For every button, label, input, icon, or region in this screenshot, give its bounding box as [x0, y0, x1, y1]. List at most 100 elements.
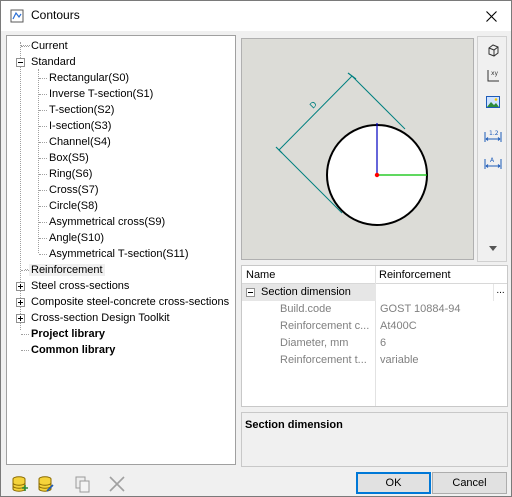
- property-row[interactable]: Build.code GOST 10884-94: [242, 301, 507, 318]
- category-row[interactable]: Section dimension ...: [242, 284, 507, 301]
- tree-item[interactable]: Cross(S7): [47, 182, 101, 198]
- tree-item[interactable]: Reinforcement: [29, 262, 105, 278]
- category-label: Section dimension: [261, 286, 351, 298]
- tree-connector: [39, 254, 47, 255]
- tree-item[interactable]: Project library: [29, 326, 107, 342]
- tree-connector: [21, 334, 29, 335]
- svg-text:xy: xy: [491, 70, 499, 77]
- view-3d-button[interactable]: [482, 39, 504, 61]
- cancel-button[interactable]: Cancel: [432, 472, 507, 494]
- tree-item-label: Ring(S6): [49, 168, 93, 180]
- expand-icon[interactable]: [16, 298, 25, 307]
- delete-icon: [109, 476, 125, 492]
- contour-preview[interactable]: D: [241, 38, 474, 260]
- property-value[interactable]: GOST 10884-94: [380, 301, 461, 318]
- origin-point: [374, 172, 380, 178]
- tree-item[interactable]: Angle(S10): [47, 230, 106, 246]
- svg-text:A: A: [490, 157, 495, 164]
- contour-tree[interactable]: Current Standard Rectangular(S0) Inverse T-…: [6, 35, 236, 465]
- image-icon: [486, 96, 500, 108]
- category-value: [376, 284, 493, 301]
- image-button[interactable]: [482, 91, 504, 113]
- expand-icon[interactable]: [16, 314, 25, 323]
- axes-button[interactable]: xy: [482, 65, 504, 87]
- tree-item[interactable]: Common library: [29, 342, 117, 358]
- tree-item[interactable]: Inverse T-section(S1): [47, 86, 155, 102]
- text-dimension-button[interactable]: A: [482, 152, 504, 174]
- scroll-down-button[interactable]: [482, 237, 504, 259]
- tree-item[interactable]: Steel cross-sections: [29, 278, 131, 294]
- value-column-header: Reinforcement: [379, 269, 451, 281]
- tree-item-label: Asymmetrical cross(S9): [49, 216, 166, 228]
- tree-connector: [39, 158, 47, 159]
- tree-item-label: Angle(S10): [49, 232, 105, 244]
- property-row[interactable]: Reinforcement c... At400C: [242, 318, 507, 335]
- tree-item-label: Project library: [31, 328, 105, 340]
- property-row[interactable]: Diameter, mm 6: [242, 335, 507, 352]
- description-title: Section dimension: [245, 419, 343, 431]
- tree-item-label: I-section(S3): [49, 120, 112, 132]
- tree-item[interactable]: Rectangular(S0): [47, 70, 131, 86]
- tree-item[interactable]: Composite steel-concrete cross-sections: [29, 294, 231, 310]
- description-panel: Section dimension: [241, 412, 508, 467]
- expand-icon[interactable]: [16, 282, 25, 291]
- tree-item[interactable]: T-section(S2): [47, 102, 116, 118]
- tree-item[interactable]: Channel(S4): [47, 134, 113, 150]
- collapse-icon[interactable]: [246, 288, 255, 297]
- property-name: Diameter, mm: [280, 337, 349, 349]
- tree-item[interactable]: Asymmetrical cross(S9): [47, 214, 167, 230]
- tree-item[interactable]: Circle(S8): [47, 198, 100, 214]
- property-value[interactable]: At400C: [380, 318, 417, 335]
- database-edit-icon: [38, 476, 54, 492]
- tree-connector: [21, 270, 29, 271]
- tree-item[interactable]: Current: [29, 38, 70, 54]
- ok-button[interactable]: OK: [356, 472, 431, 494]
- tree-connector: [39, 94, 47, 95]
- copy-button[interactable]: [71, 473, 95, 495]
- dimension-label: D: [308, 100, 319, 111]
- tree-item-label: Common library: [31, 344, 116, 356]
- close-button[interactable]: [471, 1, 511, 31]
- title-bar: Contours: [1, 1, 511, 31]
- delete-button[interactable]: [105, 473, 129, 495]
- contours-app-icon: [10, 9, 24, 23]
- tree-item-label: Channel(S4): [49, 136, 111, 148]
- tree-item-label: Current: [31, 40, 68, 52]
- tree-item-label: Steel cross-sections: [31, 280, 130, 292]
- section-drawing: D: [275, 72, 428, 226]
- library-edit-button[interactable]: [34, 473, 58, 495]
- close-icon: [485, 10, 497, 22]
- dimension-button[interactable]: 1.2: [482, 125, 504, 147]
- tree-connector: [39, 238, 47, 239]
- svg-text:1.2: 1.2: [489, 130, 499, 137]
- tree-item-label: Rectangular(S0): [49, 72, 130, 84]
- ellipsis-button[interactable]: ...: [494, 284, 507, 301]
- copy-icon: [75, 476, 90, 493]
- property-grid[interactable]: Name Reinforcement Section dimension ...…: [241, 265, 508, 407]
- text-dimension-icon: A: [484, 157, 502, 169]
- tree-item-label: Reinforcement: [29, 264, 105, 276]
- tree-item[interactable]: Ring(S6): [47, 166, 94, 182]
- tree-connector: [39, 126, 47, 127]
- tree-item[interactable]: Cross-section Design Toolkit: [29, 310, 172, 326]
- tree-item-label: Asymmetrical T-section(S11): [49, 248, 189, 260]
- tree-item[interactable]: Box(S5): [47, 150, 91, 166]
- property-row[interactable]: Reinforcement t... variable: [242, 352, 507, 369]
- tree-connector: [39, 110, 47, 111]
- tree-item[interactable]: Standard: [29, 54, 78, 70]
- property-value[interactable]: 6: [380, 335, 386, 352]
- dimension-icon: 1.2: [484, 130, 502, 142]
- tree-item[interactable]: I-section(S3): [47, 118, 113, 134]
- tree-connector: [39, 206, 47, 207]
- cube-icon: [488, 44, 499, 57]
- tree-item-label: T-section(S2): [49, 104, 115, 116]
- property-value[interactable]: variable: [380, 352, 419, 369]
- preview-toolbar: xy 1.2 A: [477, 36, 507, 262]
- coordinate-axes-icon: xy: [487, 70, 499, 82]
- collapse-icon[interactable]: [16, 58, 25, 67]
- property-name: Reinforcement c...: [280, 320, 370, 332]
- tree-item[interactable]: Asymmetrical T-section(S11): [47, 246, 191, 262]
- tree-connector: [21, 350, 29, 351]
- add-to-library-button[interactable]: [8, 473, 32, 495]
- name-column-header: Name: [246, 269, 276, 281]
